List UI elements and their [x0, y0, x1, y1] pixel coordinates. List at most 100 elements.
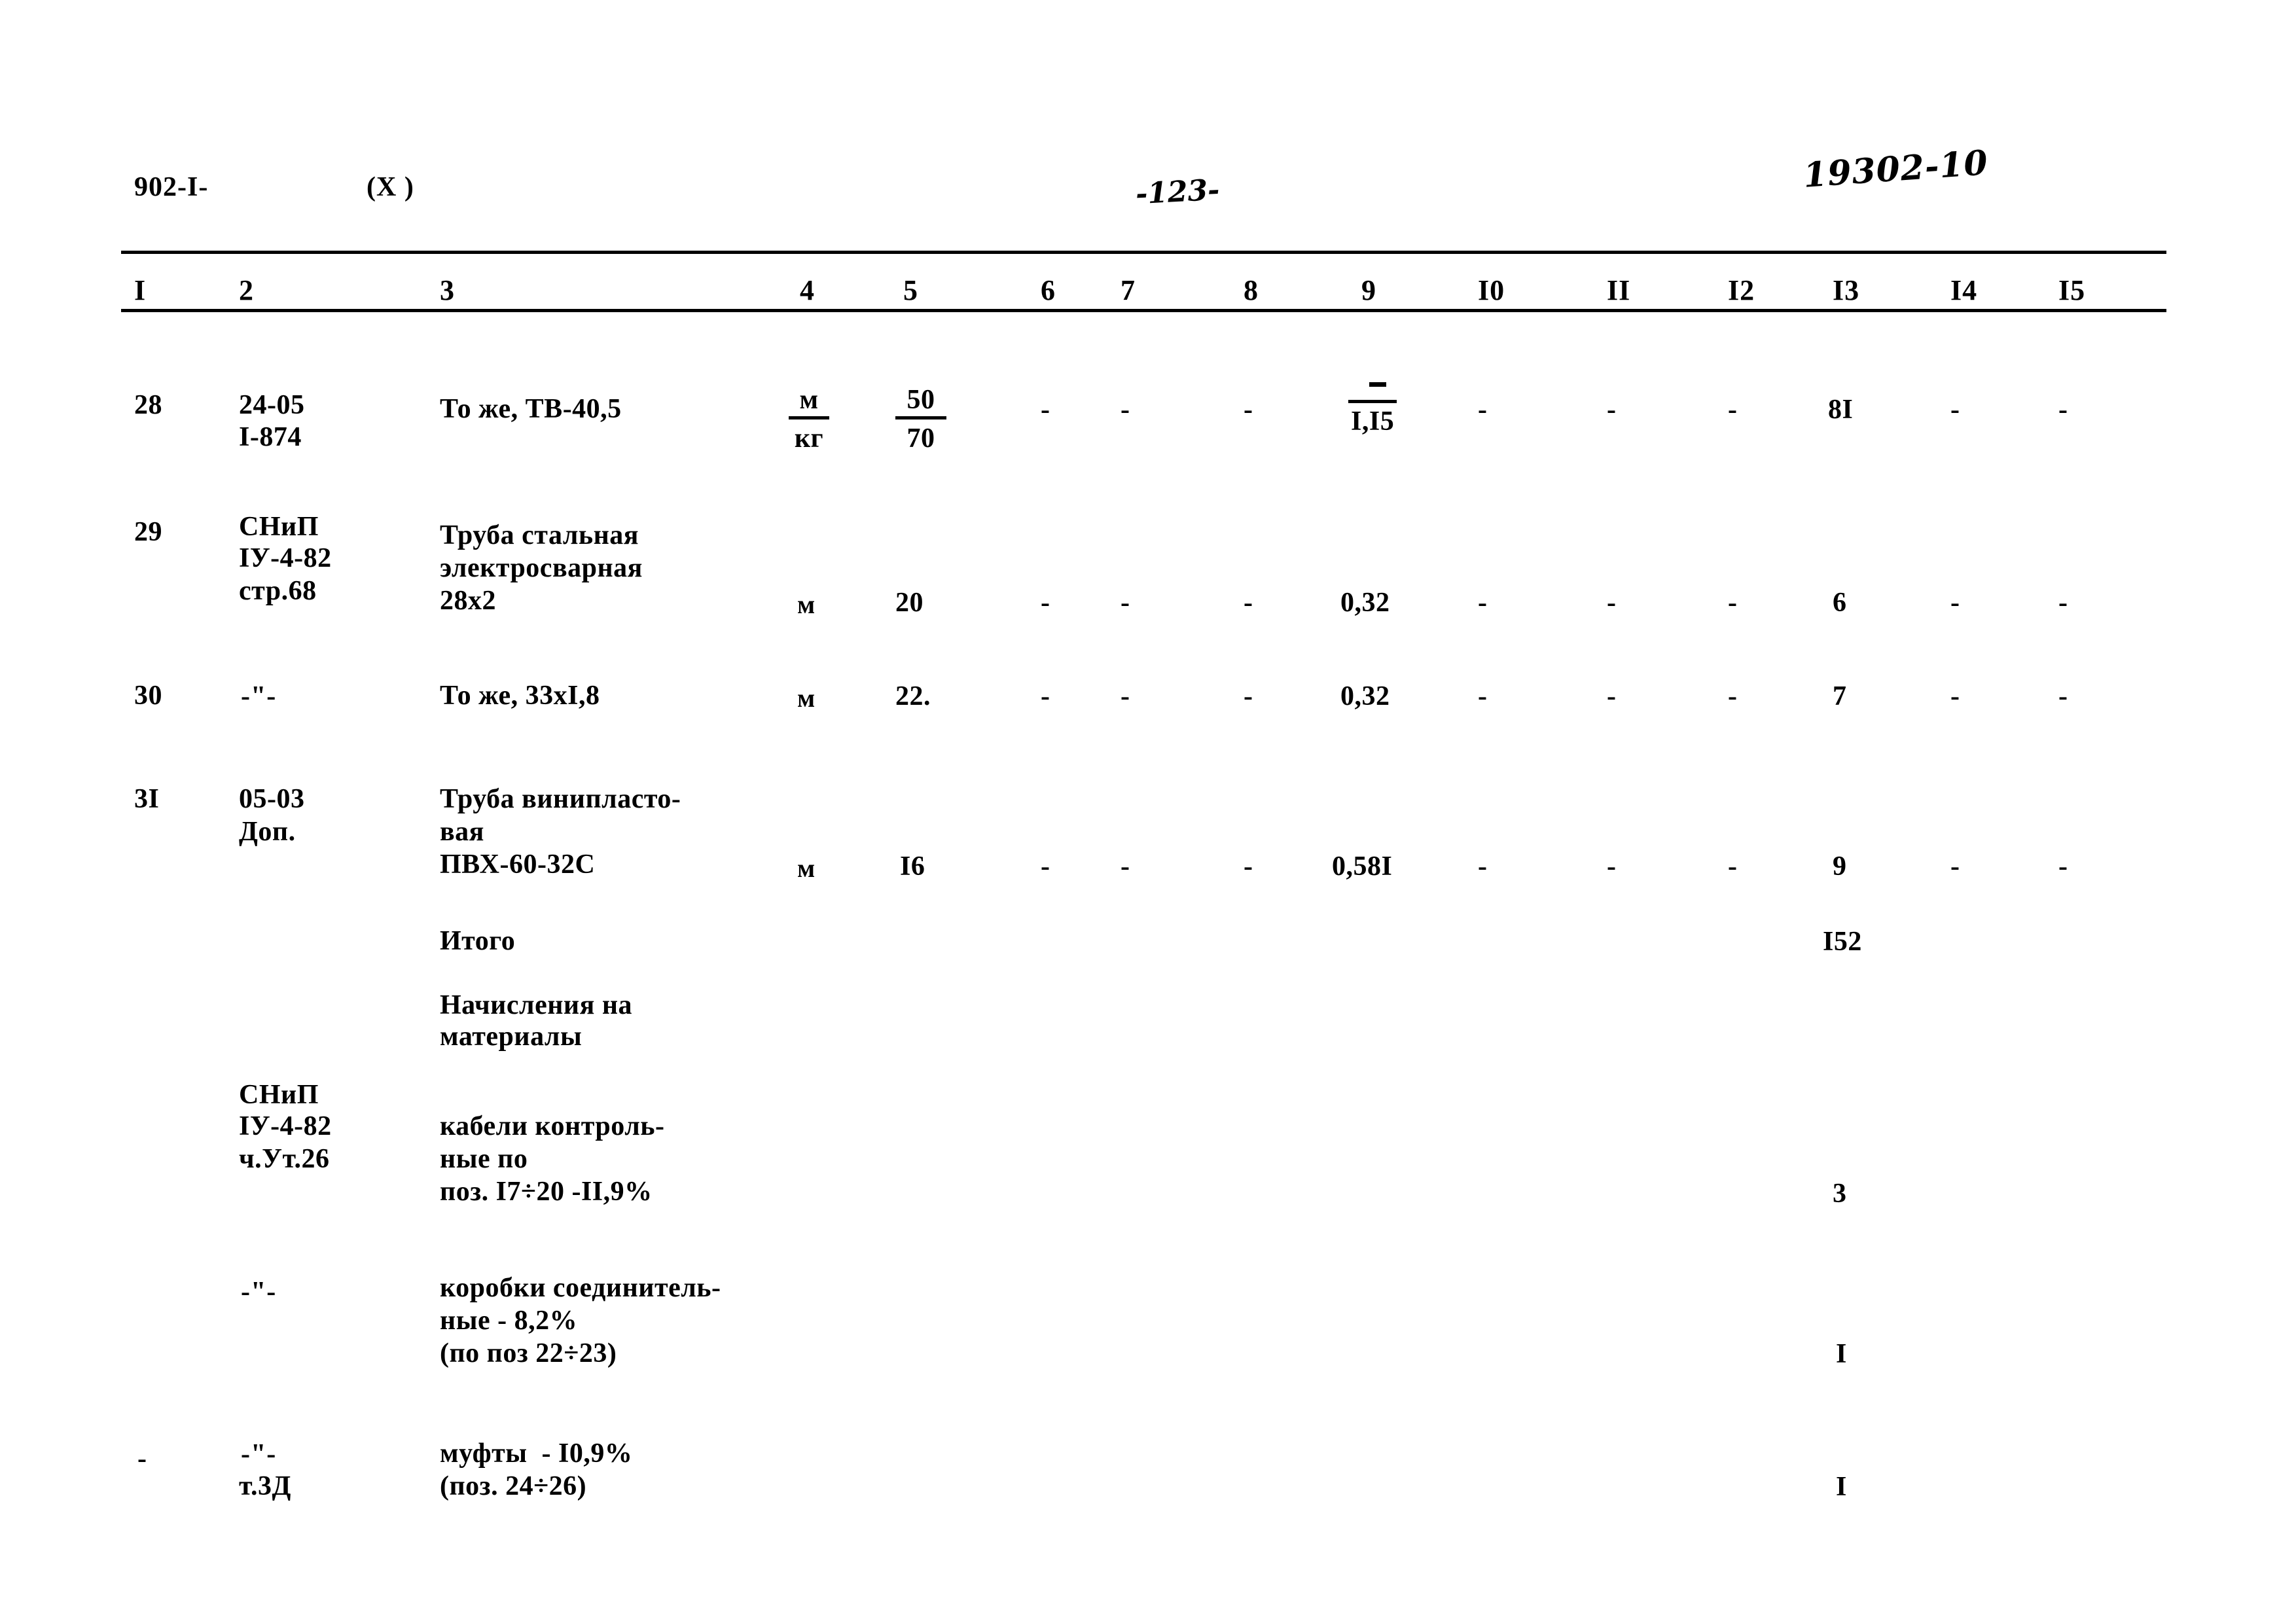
- column-header-11: II: [1607, 274, 1631, 306]
- table-cell-c9: 0,58I: [1332, 851, 1393, 882]
- table-cell-c7: -: [1121, 395, 1130, 425]
- table-row-reference-line2: I-874: [239, 422, 302, 452]
- table-cell-c8: -: [1244, 395, 1253, 425]
- surcharge-name-line1: кабели контроль-: [440, 1111, 665, 1141]
- table-cell-c14: -: [1950, 395, 1960, 425]
- table-cell-c15: -: [2058, 588, 2068, 618]
- table-cell-c6: -: [1041, 681, 1050, 711]
- table-row-quantity: 20: [895, 588, 924, 618]
- horizontal-rule-top: [121, 251, 2166, 254]
- table-cell-c8: -: [1244, 681, 1253, 711]
- column-header-2: 2: [239, 274, 254, 306]
- table-cell-c13: 7: [1833, 681, 1847, 711]
- column-header-15: I5: [2058, 274, 2086, 306]
- table-cell-c10: -: [1478, 681, 1488, 711]
- surcharge-name-line2: (поз. 24÷26): [440, 1471, 587, 1501]
- table-cell-c6: -: [1041, 851, 1050, 882]
- stamp-number-handwritten: 19302-10: [1802, 143, 1990, 196]
- surcharge-reference-line1: СНиП: [239, 1080, 319, 1110]
- table-row-name-line1: Труба винипласто-: [440, 784, 681, 814]
- surcharge-value: 3: [1833, 1179, 1847, 1209]
- column-header-14: I4: [1950, 274, 1978, 306]
- surcharge-reference-line3: ч.Ут.26: [239, 1144, 330, 1174]
- column-header-4: 4: [800, 274, 815, 306]
- document-variant: (X ): [367, 172, 414, 202]
- column-header-3: 3: [440, 274, 455, 306]
- table-row-unit-fraction: м кг: [789, 386, 829, 452]
- surcharge-reference-ditto: -"-: [241, 1439, 277, 1469]
- fraction-bar: [789, 416, 829, 419]
- table-row-name-line2: электросварная: [440, 553, 643, 583]
- surcharge-heading-line2: материалы: [440, 1022, 583, 1052]
- table-cell-c8: -: [1244, 588, 1253, 618]
- table-cell-c6: -: [1041, 588, 1050, 618]
- document-code: 902-I-: [134, 172, 209, 202]
- surcharge-value: I: [1836, 1472, 1847, 1502]
- table-row-reference-line1: 24-05: [239, 390, 305, 420]
- table-row-name: То же, ТВ-40,5: [440, 394, 622, 424]
- table-cell-c11: -: [1607, 588, 1617, 618]
- table-cell-c10: -: [1478, 851, 1488, 882]
- surcharge-reference-line2: IУ-4-82: [239, 1111, 332, 1141]
- table-row-name-line2: вая: [440, 817, 484, 847]
- table-cell-c14: -: [1950, 588, 1960, 618]
- table-cell-c12: -: [1728, 588, 1738, 618]
- quantity-numerator: 50: [906, 385, 935, 415]
- unit-numerator: м: [799, 385, 819, 415]
- surcharge-position: -: [137, 1444, 147, 1474]
- surcharge-name-line3: (по поз 22÷23): [440, 1338, 617, 1368]
- table-cell-c9: I,I5: [1348, 382, 1397, 437]
- table-cell-c12: -: [1728, 851, 1738, 882]
- quantity-denominator: 70: [906, 423, 935, 454]
- table-cell-c11: -: [1607, 395, 1617, 425]
- table-cell-c12: -: [1728, 395, 1738, 425]
- surcharge-reference-ditto: -"-: [241, 1277, 277, 1307]
- table-row-reference-line2: Доп.: [239, 817, 296, 847]
- table-cell-c10: -: [1478, 588, 1488, 618]
- surcharge-name-line2: ные - 8,2%: [440, 1306, 578, 1336]
- table-cell-c15: -: [2058, 681, 2068, 711]
- table-row-position: 28: [134, 390, 162, 420]
- table-cell-c13: 8I: [1828, 395, 1854, 425]
- surcharge-name-line1: коробки соединитель-: [440, 1273, 721, 1303]
- table-row-name-line3: 28х2: [440, 586, 496, 616]
- table-row-quantity: I6: [900, 851, 925, 882]
- table-row-quantity: 22.: [895, 681, 931, 711]
- column-header-9: 9: [1361, 274, 1376, 306]
- table-row-reference-line2: IУ-4-82: [239, 543, 332, 573]
- table-row-reference-line3: стр.68: [239, 576, 317, 606]
- table-cell-c8: -: [1244, 851, 1253, 882]
- table-row-unit: м: [797, 853, 816, 883]
- table-row-unit: м: [797, 590, 816, 619]
- column-header-10: I0: [1478, 274, 1505, 306]
- table-cell-c11: -: [1607, 851, 1617, 882]
- surcharge-name-line1: муфты - I0,9%: [440, 1438, 633, 1469]
- surcharge-name-line2: ные по: [440, 1144, 528, 1174]
- table-cell-c7: -: [1121, 681, 1130, 711]
- table-row-quantity-fraction: 50 70: [895, 386, 946, 452]
- table-row-name-line3: ПВХ-60-32С: [440, 849, 596, 880]
- table-cell-c15: -: [2058, 851, 2068, 882]
- page-number-handwritten: -123-: [1134, 173, 1221, 211]
- column-header-12: I2: [1728, 274, 1755, 306]
- horizontal-rule-header: [121, 309, 2166, 312]
- fraction-bar: [895, 416, 946, 419]
- table-row-reference-line1: 05-03: [239, 784, 305, 814]
- table-row-position: 30: [134, 681, 162, 711]
- table-row-name-line1: Труба стальная: [440, 520, 639, 550]
- surcharge-heading-line1: Начисления на: [440, 990, 633, 1020]
- table-cell-c6: -: [1041, 395, 1050, 425]
- column-header-7: 7: [1121, 274, 1136, 306]
- surcharge-value: I: [1836, 1339, 1847, 1369]
- total-label: Итого: [440, 926, 516, 956]
- column-header-1: I: [134, 274, 147, 306]
- table-cell-c9: 0,32: [1340, 588, 1390, 618]
- table-cell-c9: 0,32: [1340, 681, 1390, 711]
- table-cell-c12: -: [1728, 681, 1738, 711]
- table-cell-c11: -: [1607, 681, 1617, 711]
- table-row-reference-line1: СНиП: [239, 512, 319, 542]
- table-row-position: 29: [134, 517, 162, 547]
- document-page: 902-I- (X ) -123- 19302-10 I 2 3 4 5 6 7…: [0, 0, 2296, 1623]
- table-row-name: То же, 33хI,8: [440, 681, 600, 711]
- table-cell-c7: -: [1121, 588, 1130, 618]
